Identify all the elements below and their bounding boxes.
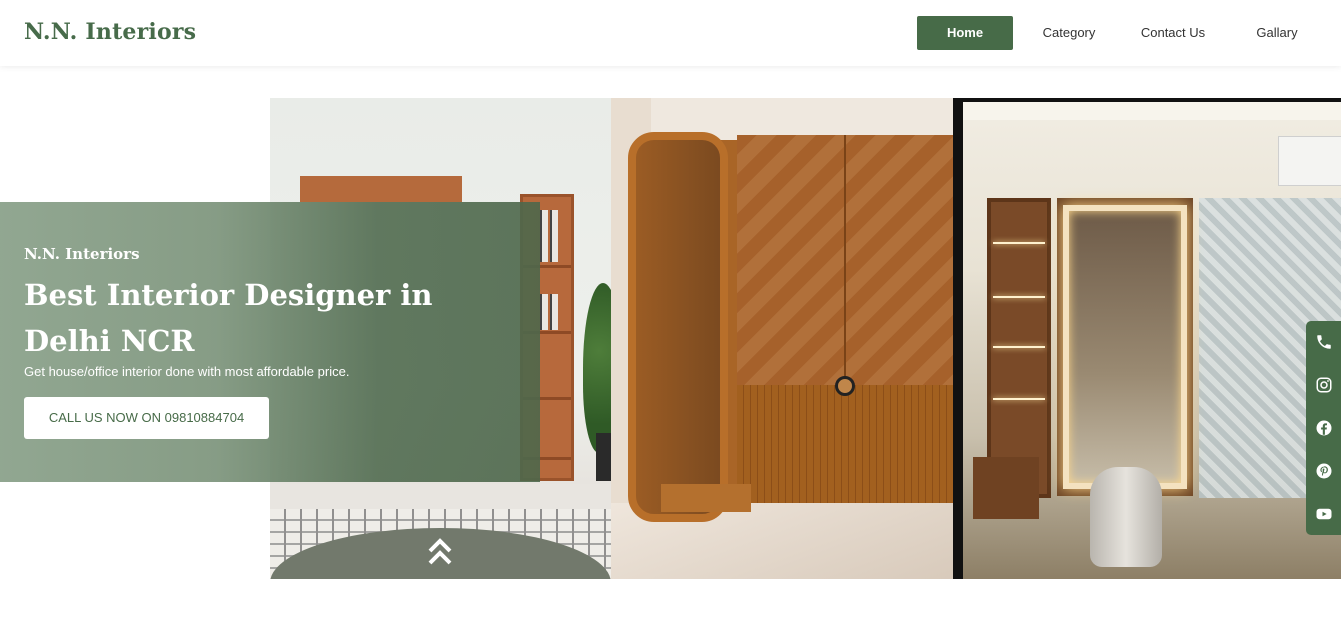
phone-icon[interactable] <box>1306 321 1341 363</box>
pinterest-icon[interactable] <box>1306 450 1341 492</box>
nav-contact-us[interactable]: Contact Us <box>1123 16 1223 50</box>
instagram-icon[interactable] <box>1306 364 1341 406</box>
hero-caption: N.N. Interiors Best Interior Designer in… <box>0 202 540 482</box>
social-sidebar <box>1306 321 1341 535</box>
hero-title: Best Interior Designer in Delhi NCR <box>24 278 433 358</box>
call-us-button[interactable]: CALL US NOW ON 09810884704 <box>24 397 269 439</box>
nav-home[interactable]: Home <box>917 16 1013 50</box>
hero-subtitle: Get house/office interior done with most… <box>24 364 350 379</box>
wardrobe-image <box>611 98 953 579</box>
site-header: N.N. Interiors Home Category Contact Us … <box>0 0 1341 66</box>
hero-brand: N.N. Interiors <box>24 245 140 263</box>
nav-category[interactable]: Category <box>1019 16 1119 50</box>
facebook-icon[interactable] <box>1306 407 1341 449</box>
site-logo[interactable]: N.N. Interiors <box>24 19 196 45</box>
nav-gallary[interactable]: Gallary <box>1227 16 1327 50</box>
youtube-icon[interactable] <box>1306 493 1341 535</box>
double-chevron-up-icon[interactable] <box>427 536 453 566</box>
dressing-room-image <box>953 98 1341 579</box>
